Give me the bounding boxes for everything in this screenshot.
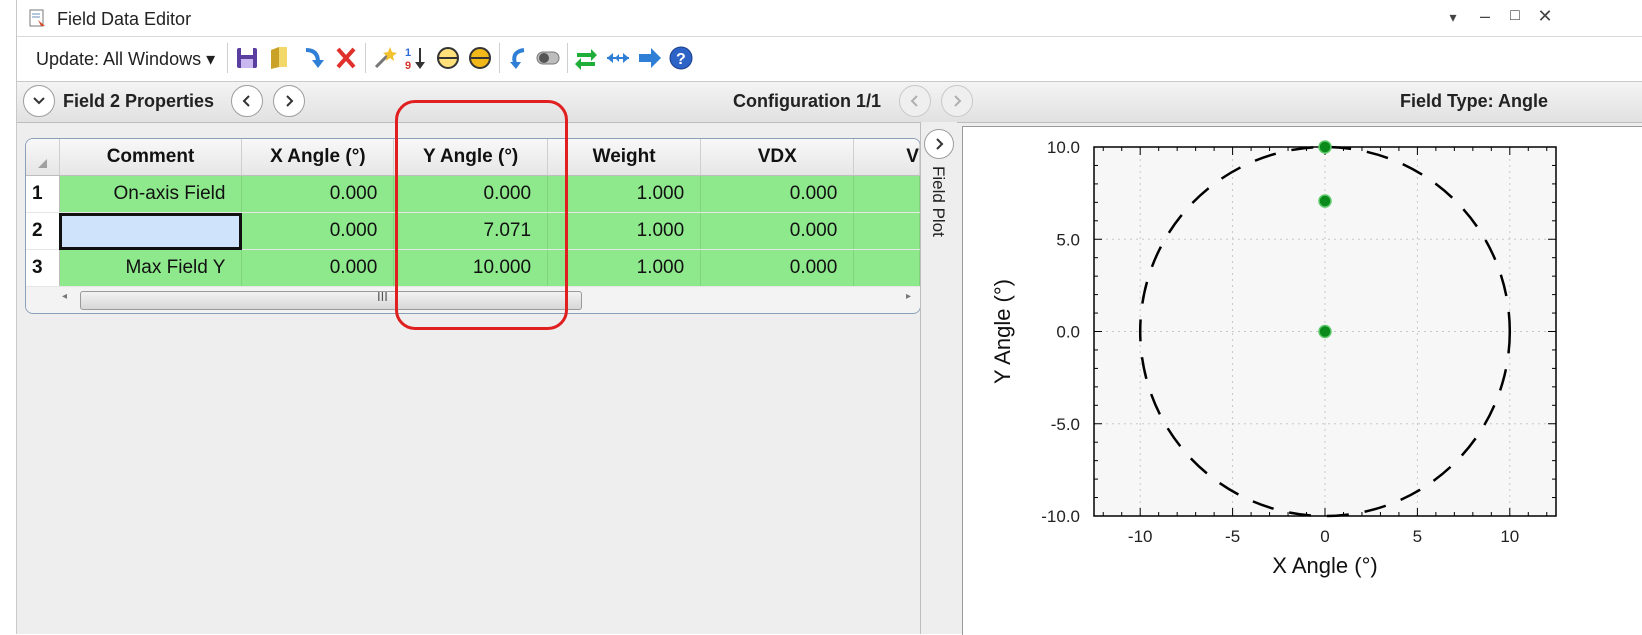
field-point bbox=[1318, 140, 1332, 154]
update-dropdown[interactable]: Update: All Windows ▾ bbox=[36, 49, 215, 70]
svg-text:?: ? bbox=[676, 51, 686, 68]
expand-properties-button[interactable] bbox=[23, 85, 55, 117]
x-axis-label: X Angle (°) bbox=[1272, 553, 1377, 578]
sort-icon[interactable]: 1 9 bbox=[403, 44, 429, 72]
insert-icon[interactable] bbox=[300, 44, 326, 72]
y-tick-label: -10.0 bbox=[1041, 507, 1080, 526]
open-icon[interactable] bbox=[267, 44, 293, 72]
ellipse-icon[interactable] bbox=[467, 44, 493, 72]
toolbar-separator bbox=[227, 43, 228, 73]
weight-cell[interactable]: 1.000 bbox=[547, 175, 702, 213]
x-tick-label: 10 bbox=[1500, 527, 1519, 546]
next-configuration-button[interactable] bbox=[941, 85, 973, 117]
scrollbar-grip: III bbox=[377, 289, 388, 304]
title-bar: Field Data Editor ▾ – □ ✕ bbox=[17, 0, 1642, 37]
undo-icon[interactable] bbox=[504, 44, 530, 72]
arrow-right-icon[interactable] bbox=[637, 44, 663, 72]
column-header-vdy[interactable]: V bbox=[853, 139, 920, 176]
close-button[interactable]: ✕ bbox=[1533, 6, 1557, 27]
column-header-comment[interactable]: Comment bbox=[59, 139, 243, 176]
window-menu-button[interactable]: ▾ bbox=[1441, 9, 1465, 26]
y-tick-label: 5.0 bbox=[1056, 230, 1080, 249]
x-tick-label: 0 bbox=[1320, 527, 1329, 546]
y-tick-label: 0.0 bbox=[1056, 323, 1080, 342]
x-tick-label: -5 bbox=[1225, 527, 1240, 546]
y-angle-highlight-annotation bbox=[395, 100, 568, 330]
double-arrow-icon[interactable] bbox=[605, 44, 631, 72]
chevron-right-icon bbox=[954, 95, 962, 107]
svg-text:1: 1 bbox=[405, 47, 411, 59]
toggle-icon[interactable] bbox=[535, 44, 561, 72]
field-plot-chart: -10 -5 0 5 10 10.0 5.0 0.0 -5.0 -10.0 X Angle (°) Y… bbox=[990, 138, 1557, 578]
x-angle-cell[interactable]: 0.000 bbox=[241, 175, 395, 213]
app-icon bbox=[29, 9, 45, 27]
column-header-vdx[interactable]: VDX bbox=[700, 139, 855, 176]
x-angle-cell[interactable]: 0.000 bbox=[241, 212, 395, 250]
toolbar-separator bbox=[499, 43, 500, 73]
weight-cell[interactable]: 1.000 bbox=[547, 249, 702, 287]
y-tick-label: 10.0 bbox=[1047, 138, 1080, 157]
save-icon[interactable] bbox=[234, 44, 260, 72]
toolbar-separator bbox=[365, 43, 366, 73]
field-point bbox=[1318, 324, 1332, 339]
y-tick-label: -5.0 bbox=[1051, 415, 1080, 434]
previous-configuration-button[interactable] bbox=[899, 85, 931, 117]
x-tick-label: -10 bbox=[1128, 527, 1153, 546]
collapse-plot-button[interactable] bbox=[924, 129, 954, 159]
field-plot-label: Field Plot bbox=[929, 166, 948, 237]
vdy-cell[interactable] bbox=[853, 249, 920, 287]
window-title: Field Data Editor bbox=[57, 9, 192, 29]
maximize-button[interactable]: □ bbox=[1503, 7, 1527, 25]
vdx-cell[interactable]: 0.000 bbox=[700, 212, 855, 250]
vdx-cell[interactable]: 0.000 bbox=[700, 249, 855, 287]
column-header-x-angle[interactable]: X Angle (°) bbox=[241, 139, 395, 176]
field-plot-pane: -10 -5 0 5 10 10.0 5.0 0.0 -5.0 -10.0 X Angle (°) Y… bbox=[962, 126, 1642, 635]
row-number[interactable]: 3 bbox=[26, 249, 60, 287]
scroll-right-arrow-icon[interactable]: ▸ bbox=[906, 291, 911, 302]
comment-cell[interactable]: Max Field Y bbox=[59, 249, 243, 287]
row-number[interactable]: 1 bbox=[26, 175, 60, 213]
minimize-button[interactable]: – bbox=[1473, 6, 1497, 27]
field-properties-label: Field 2 Properties bbox=[63, 91, 215, 111]
field-data-editor-window: Field Data Editor ▾ – □ ✕ Update: All Wi… bbox=[16, 0, 1642, 635]
wizard-icon[interactable] bbox=[371, 44, 397, 72]
vdy-cell[interactable] bbox=[853, 212, 920, 250]
previous-field-button[interactable] bbox=[231, 85, 263, 117]
row-number[interactable]: 2 bbox=[26, 212, 60, 250]
comment-cell-selected[interactable] bbox=[59, 212, 243, 250]
toolbar: Update: All Windows ▾ 1 9 ? bbox=[17, 37, 1642, 82]
svg-text:9: 9 bbox=[405, 60, 411, 72]
next-field-button[interactable] bbox=[273, 85, 305, 117]
field-plot-strip: Field Plot bbox=[921, 122, 957, 634]
comment-cell[interactable]: On-axis Field bbox=[59, 175, 243, 213]
help-icon[interactable]: ? bbox=[668, 44, 694, 72]
delete-icon[interactable] bbox=[333, 44, 359, 72]
scroll-left-arrow-icon[interactable]: ◂ bbox=[62, 291, 67, 302]
chevron-left-icon bbox=[242, 95, 250, 107]
corner-triangle-icon bbox=[37, 158, 47, 168]
column-header-weight[interactable]: Weight bbox=[547, 139, 702, 176]
vdx-cell[interactable]: 0.000 bbox=[700, 175, 855, 213]
chevron-right-icon bbox=[286, 95, 294, 107]
y-axis-label: Y Angle (°) bbox=[990, 279, 1015, 384]
x-tick-label: 5 bbox=[1413, 527, 1422, 546]
weight-cell[interactable]: 1.000 bbox=[547, 212, 702, 250]
chevron-right-icon bbox=[936, 138, 944, 150]
field-type-label: Field Type: Angle bbox=[1400, 91, 1549, 111]
chevron-left-icon bbox=[910, 95, 918, 107]
x-angle-cell[interactable]: 0.000 bbox=[241, 249, 395, 287]
chevron-down-icon bbox=[33, 97, 45, 105]
table-corner[interactable] bbox=[26, 139, 60, 176]
toolbar-separator bbox=[567, 43, 568, 73]
properties-bar: Field 2 Properties Configuration 1/1 Fie… bbox=[17, 82, 1642, 123]
vdy-cell[interactable] bbox=[853, 175, 920, 213]
configuration-label: Configuration 1/1 bbox=[733, 91, 881, 111]
field-point bbox=[1318, 194, 1332, 208]
swap-icon[interactable] bbox=[573, 44, 599, 72]
circle-icon[interactable] bbox=[435, 44, 461, 72]
